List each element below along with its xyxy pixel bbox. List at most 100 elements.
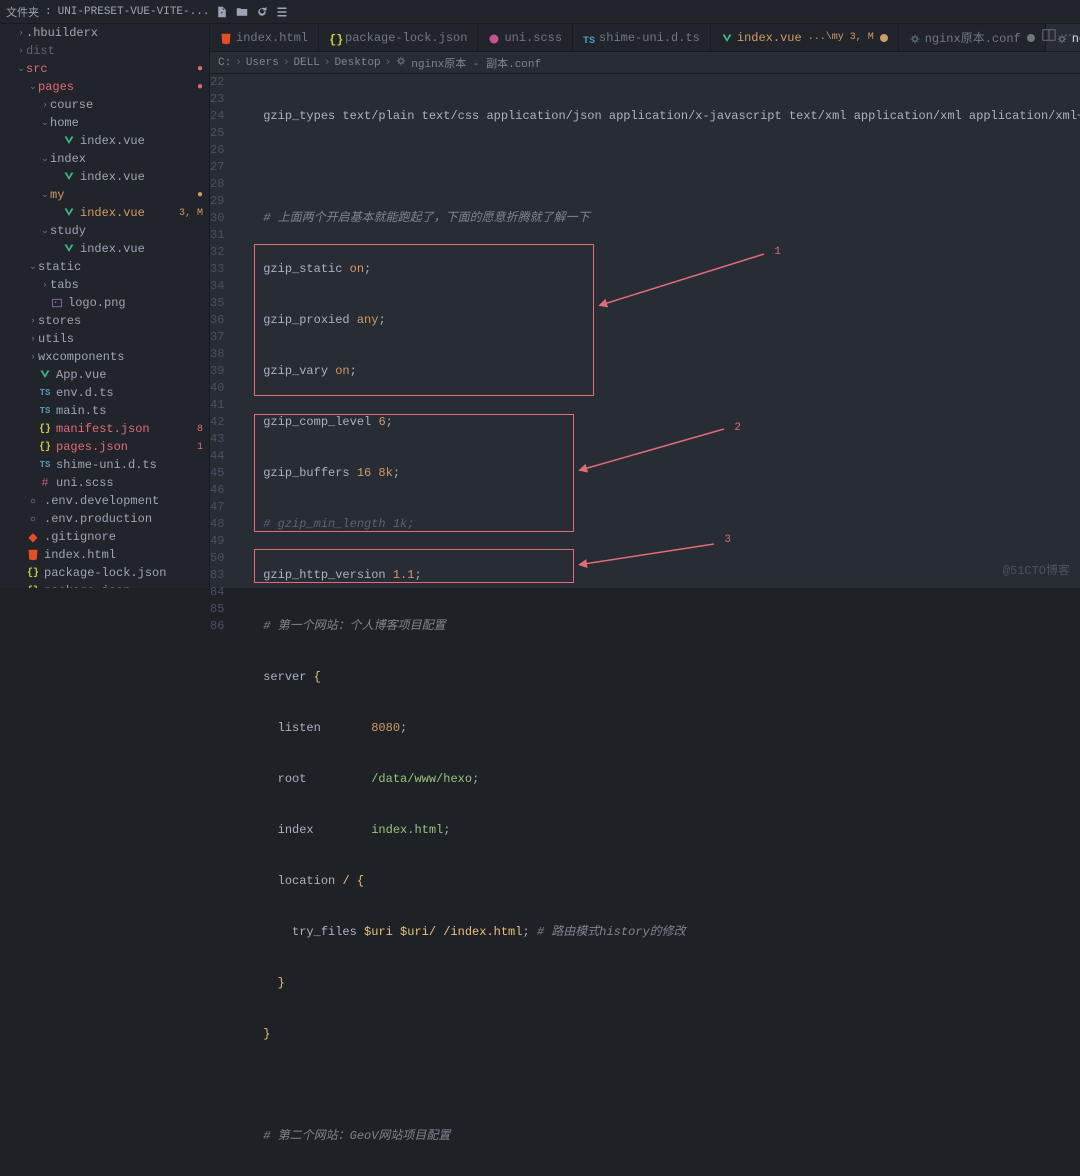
line-number: 50 — [210, 550, 224, 567]
tree-item-wxcomponents[interactable]: ›wxcomponents — [0, 348, 209, 366]
crumb-part[interactable]: Desktop — [334, 57, 380, 69]
tree-item-index-vue[interactable]: index.vue — [0, 240, 209, 258]
code-area[interactable]: gzip_types text/plain text/css applicati… — [234, 74, 1080, 588]
code-editor[interactable]: 2223242526272829303132333435363738394041… — [210, 74, 1080, 588]
tab-label: package-lock.json — [345, 31, 467, 45]
chevron-icon[interactable]: › — [28, 334, 38, 344]
tree-item-index-html[interactable]: index.html — [0, 546, 209, 564]
tree-item-stores[interactable]: ›stores — [0, 312, 209, 330]
crumb-part[interactable]: nginx原本 - 副本.conf — [411, 55, 541, 71]
tree-item-label: course — [50, 98, 93, 112]
chevron-icon[interactable]: › — [28, 352, 38, 362]
line-number: 36 — [210, 312, 224, 329]
crumb-part[interactable]: C: — [218, 57, 231, 69]
tree-item-env-d-ts[interactable]: TSenv.d.ts — [0, 384, 209, 402]
folder-label: 文件夹 — [6, 4, 39, 20]
annotation-label-1: 1 — [774, 244, 781, 261]
tree-item-app-vue[interactable]: App.vue — [0, 366, 209, 384]
tree-item--hbuilderx[interactable]: ›.hbuilderx — [0, 24, 209, 42]
chevron-icon[interactable]: › — [40, 100, 50, 110]
tab-actions: ⋯ — [1042, 28, 1076, 46]
tree-item--env-production[interactable]: .env.production — [0, 510, 209, 528]
chevron-icon[interactable]: ⌄ — [40, 190, 50, 200]
tree-item-label: manifest.json — [56, 422, 150, 436]
tree-item--gitignore[interactable]: ◆.gitignore — [0, 528, 209, 546]
tree-item-study[interactable]: ⌄study — [0, 222, 209, 240]
tree-item-label: .hbuilderx — [26, 26, 98, 40]
tab-label: shime-uni.d.ts — [599, 31, 700, 45]
tab-shime-uni-d-ts[interactable]: TSshime-uni.d.ts — [573, 24, 711, 51]
tab-package-lock-json[interactable]: {}package-lock.json — [319, 24, 478, 51]
line-number: 49 — [210, 533, 224, 550]
line-number: 42 — [210, 414, 224, 431]
line-number: 45 — [210, 465, 224, 482]
tree-item-main-ts[interactable]: TSmain.ts — [0, 402, 209, 420]
chevron-icon[interactable]: › — [16, 28, 26, 38]
tree-item-course[interactable]: ›course — [0, 96, 209, 114]
tree-item-utils[interactable]: ›utils — [0, 330, 209, 348]
file-icon — [26, 548, 40, 562]
tree-item-uni-scss[interactable]: #uni.scss — [0, 474, 209, 492]
line-number: 30 — [210, 210, 224, 227]
tree-item-static[interactable]: ⌄static — [0, 258, 209, 276]
tree-item-my[interactable]: ⌄my● — [0, 186, 209, 204]
tree-item-index-vue[interactable]: index.vue 3, M — [0, 204, 209, 222]
tree-item--env-development[interactable]: .env.development — [0, 492, 209, 510]
more-icon[interactable]: ⋯ — [1064, 28, 1076, 46]
line-number: 33 — [210, 261, 224, 278]
tab-label: uni.scss — [504, 31, 562, 45]
line-number: 28 — [210, 176, 224, 193]
line-number: 37 — [210, 329, 224, 346]
split-icon[interactable] — [1042, 28, 1056, 46]
tree-item-logo-png[interactable]: logo.png — [0, 294, 209, 312]
line-number: 43 — [210, 431, 224, 448]
tree-item-dist[interactable]: ›dist — [0, 42, 209, 60]
tree-item-label: index.vue — [80, 206, 145, 220]
tree-item-label: uni.scss — [56, 476, 114, 490]
tab-index-vue[interactable]: index.vue...\my 3, M — [711, 24, 899, 51]
file-icon — [38, 368, 52, 382]
tab-index-html[interactable]: index.html — [210, 24, 319, 51]
breadcrumb[interactable]: C:›Users›DELL›Desktop›nginx原本 - 副本.conf — [210, 52, 1080, 74]
line-number: 86 — [210, 618, 224, 635]
tab-uni-scss[interactable]: uni.scss — [478, 24, 573, 51]
chevron-icon[interactable]: › — [28, 316, 38, 326]
tree-badge: 3, M — [179, 208, 203, 219]
chevron-icon[interactable]: › — [40, 280, 50, 290]
tree-item-index[interactable]: ⌄index — [0, 150, 209, 168]
chevron-icon[interactable]: ⌄ — [28, 262, 38, 272]
chevron-icon[interactable]: ⌄ — [40, 118, 50, 128]
tree-item-shime-uni-d-ts[interactable]: TSshime-uni.d.ts — [0, 456, 209, 474]
tree-item-pages[interactable]: ⌄pages● — [0, 78, 209, 96]
tree-item-label: static — [38, 260, 81, 274]
tree-item-index-vue[interactable]: index.vue — [0, 132, 209, 150]
tree-item-home[interactable]: ⌄home — [0, 114, 209, 132]
tree-item-tabs[interactable]: ›tabs — [0, 276, 209, 294]
watermark: @51CTO博客 — [1003, 561, 1070, 578]
chevron-icon[interactable]: ⌄ — [28, 82, 38, 92]
crumb-part[interactable]: DELL — [293, 57, 319, 69]
tree-item-src[interactable]: ⌄src● — [0, 60, 209, 78]
tree-item-package-lock-json[interactable]: {}package-lock.json — [0, 564, 209, 582]
chevron-icon[interactable]: ⌄ — [40, 154, 50, 164]
file-icon: {} — [38, 440, 52, 454]
tree-item-label: tabs — [50, 278, 79, 292]
new-file-icon[interactable] — [215, 5, 229, 19]
chevron-icon[interactable]: ⌄ — [16, 64, 26, 74]
chevron-icon[interactable]: ⌄ — [40, 226, 50, 236]
tree-item-package-json[interactable]: {}package.json — [0, 582, 209, 588]
tab-nginx---conf[interactable]: nginx原本.conf — [899, 24, 1046, 51]
tree-item-label: pages.json — [56, 440, 128, 454]
chevron-icon[interactable]: › — [16, 46, 26, 56]
tree-item-pages-json[interactable]: {}pages.json1 — [0, 438, 209, 456]
refresh-icon[interactable] — [255, 5, 269, 19]
project-name: UNI-PRESET-VUE-VITE-... — [58, 6, 210, 18]
tree-item-index-vue[interactable]: index.vue — [0, 168, 209, 186]
crumb-part[interactable]: Users — [246, 57, 279, 69]
tree-badge: ● — [197, 82, 203, 93]
tree-item-label: index.vue — [80, 242, 145, 256]
tree-item-manifest-json[interactable]: {}manifest.json8 — [0, 420, 209, 438]
line-number: 29 — [210, 193, 224, 210]
new-folder-icon[interactable] — [235, 5, 249, 19]
collapse-icon[interactable] — [275, 5, 289, 19]
